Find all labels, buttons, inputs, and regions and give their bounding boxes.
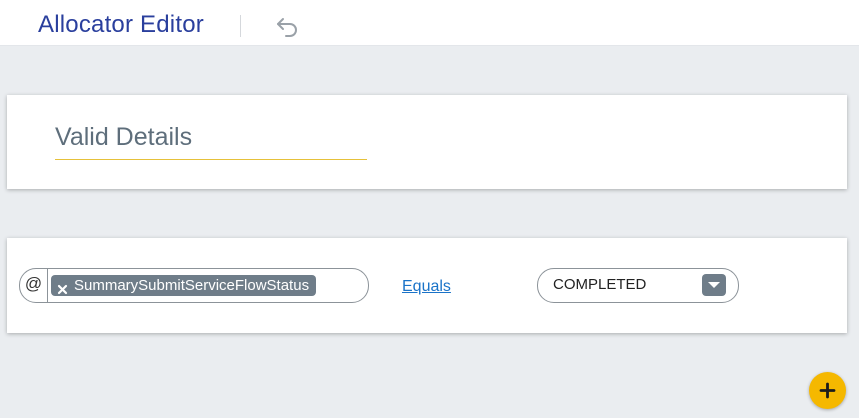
chevron-down-icon: [708, 282, 720, 288]
undo-icon: [277, 18, 297, 37]
value-select[interactable]: COMPLETED: [537, 268, 739, 303]
close-icon[interactable]: [57, 280, 68, 295]
details-card: Valid Details: [7, 95, 847, 189]
rule-card: @ SummarySubmitServiceFlowStatus Equals …: [7, 238, 847, 333]
app-title: Allocator Editor: [38, 11, 204, 38]
variable-field[interactable]: @ SummarySubmitServiceFlowStatus: [19, 268, 369, 303]
details-title-field[interactable]: Valid Details: [55, 121, 367, 160]
variable-prefix: @: [20, 269, 48, 302]
value-selected: COMPLETED: [553, 276, 647, 293]
variable-chip-label: SummarySubmitServiceFlowStatus: [74, 277, 310, 294]
top-bar: Allocator Editor: [0, 0, 859, 46]
add-rule-button[interactable]: [809, 372, 846, 409]
undo-button[interactable]: [274, 12, 302, 40]
details-title: Valid Details: [55, 123, 193, 151]
operator-link[interactable]: Equals: [402, 278, 451, 296]
variable-chip: SummarySubmitServiceFlowStatus: [51, 275, 317, 296]
header-divider: [240, 15, 241, 37]
value-dropdown-button[interactable]: [702, 274, 726, 296]
plus-icon: [819, 382, 836, 399]
